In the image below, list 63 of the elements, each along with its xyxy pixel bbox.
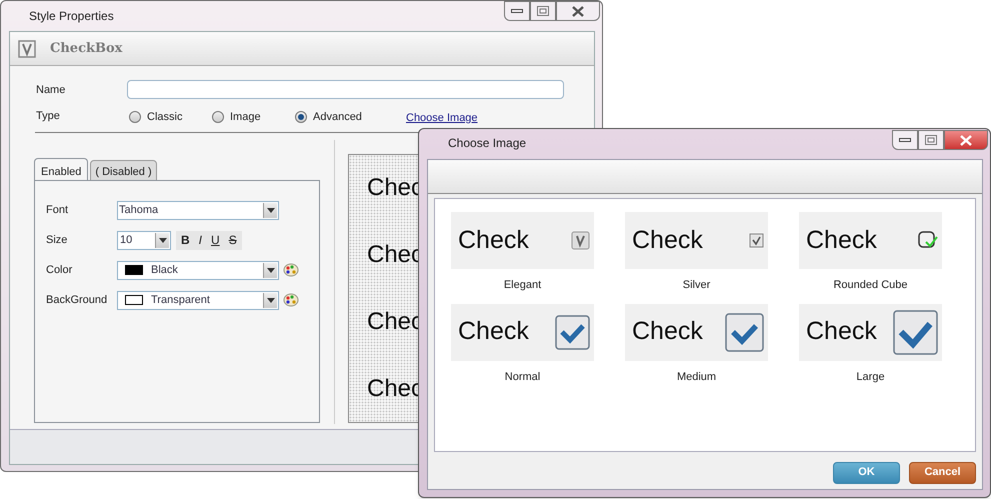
style-preview-tile[interactable]: Check (799, 304, 942, 360)
caret-icon (266, 268, 274, 272)
style-label: Large (856, 370, 885, 384)
field-label: Font (46, 202, 70, 218)
style-preview-tile[interactable]: Check (451, 304, 594, 360)
field-label: Size (46, 232, 68, 248)
close-icon (960, 134, 972, 146)
maximize-button[interactable] (918, 130, 944, 150)
checkbox-icon (893, 310, 938, 354)
field-label: Type (36, 109, 60, 124)
field-label: Name (36, 83, 66, 98)
style-preview-tile[interactable]: Check (799, 212, 942, 269)
close-button[interactable] (556, 1, 600, 21)
checkbox-icon (918, 230, 938, 250)
style-label: Rounded Cube (833, 278, 908, 293)
caret-icon (266, 208, 274, 212)
field-label: Color (46, 262, 74, 278)
choose-image-link[interactable]: Choose Image (406, 110, 478, 126)
checkbox-icon (749, 233, 764, 248)
radio-button[interactable] (295, 111, 307, 124)
style-label: Medium (676, 370, 716, 384)
minimize-icon (511, 9, 523, 13)
close-button[interactable] (944, 130, 988, 150)
format-button[interactable]: I (198, 231, 204, 249)
font-dropdown[interactable]: Tahoma (117, 200, 279, 220)
radio-label: Advanced (313, 110, 362, 125)
cancel-button[interactable]: Cancel (909, 462, 976, 484)
style-preview-tile[interactable]: Check (451, 212, 594, 269)
radio-button[interactable] (129, 111, 141, 124)
style-preview-tile[interactable]: Check (625, 304, 768, 360)
field-label: BackGround (46, 292, 108, 308)
window-title: Choose Image (448, 135, 526, 152)
checkbox-icon (18, 40, 36, 58)
color-dropdown[interactable]: Transparent (117, 290, 279, 310)
radio-label: Classic (147, 110, 182, 125)
format-button[interactable]: B (180, 231, 191, 249)
size-dropdown[interactable]: 10 (117, 230, 171, 250)
maximize-icon (925, 135, 937, 145)
format-button[interactable]: S (228, 231, 238, 249)
minimize-button[interactable] (504, 1, 530, 21)
radio-label: Image (230, 110, 261, 125)
color-dropdown[interactable]: Black (117, 260, 279, 280)
name-field[interactable] (127, 80, 564, 99)
header-title: CheckBox (50, 40, 122, 58)
close-icon (572, 6, 584, 16)
window-title: Style Properties (29, 8, 114, 25)
maximize-button[interactable] (530, 1, 556, 21)
style-label: Silver (682, 278, 710, 293)
minimize-button[interactable] (892, 130, 918, 150)
style-preview-tile[interactable]: Check (625, 212, 768, 269)
tab[interactable]: Enabled (34, 158, 88, 182)
caret-icon (158, 238, 166, 242)
radio-button[interactable] (212, 111, 224, 124)
format-button[interactable]: U (210, 231, 221, 249)
checkbox-icon (555, 314, 590, 350)
caret-icon (266, 298, 274, 302)
style-label: Normal (504, 370, 540, 384)
checkbox-icon (571, 231, 590, 250)
checkbox-icon (725, 312, 764, 352)
tab[interactable]: ( Disabled ) (90, 160, 157, 181)
maximize-icon (537, 6, 549, 16)
style-label: Elegant (504, 278, 542, 293)
minimize-icon (899, 138, 911, 142)
